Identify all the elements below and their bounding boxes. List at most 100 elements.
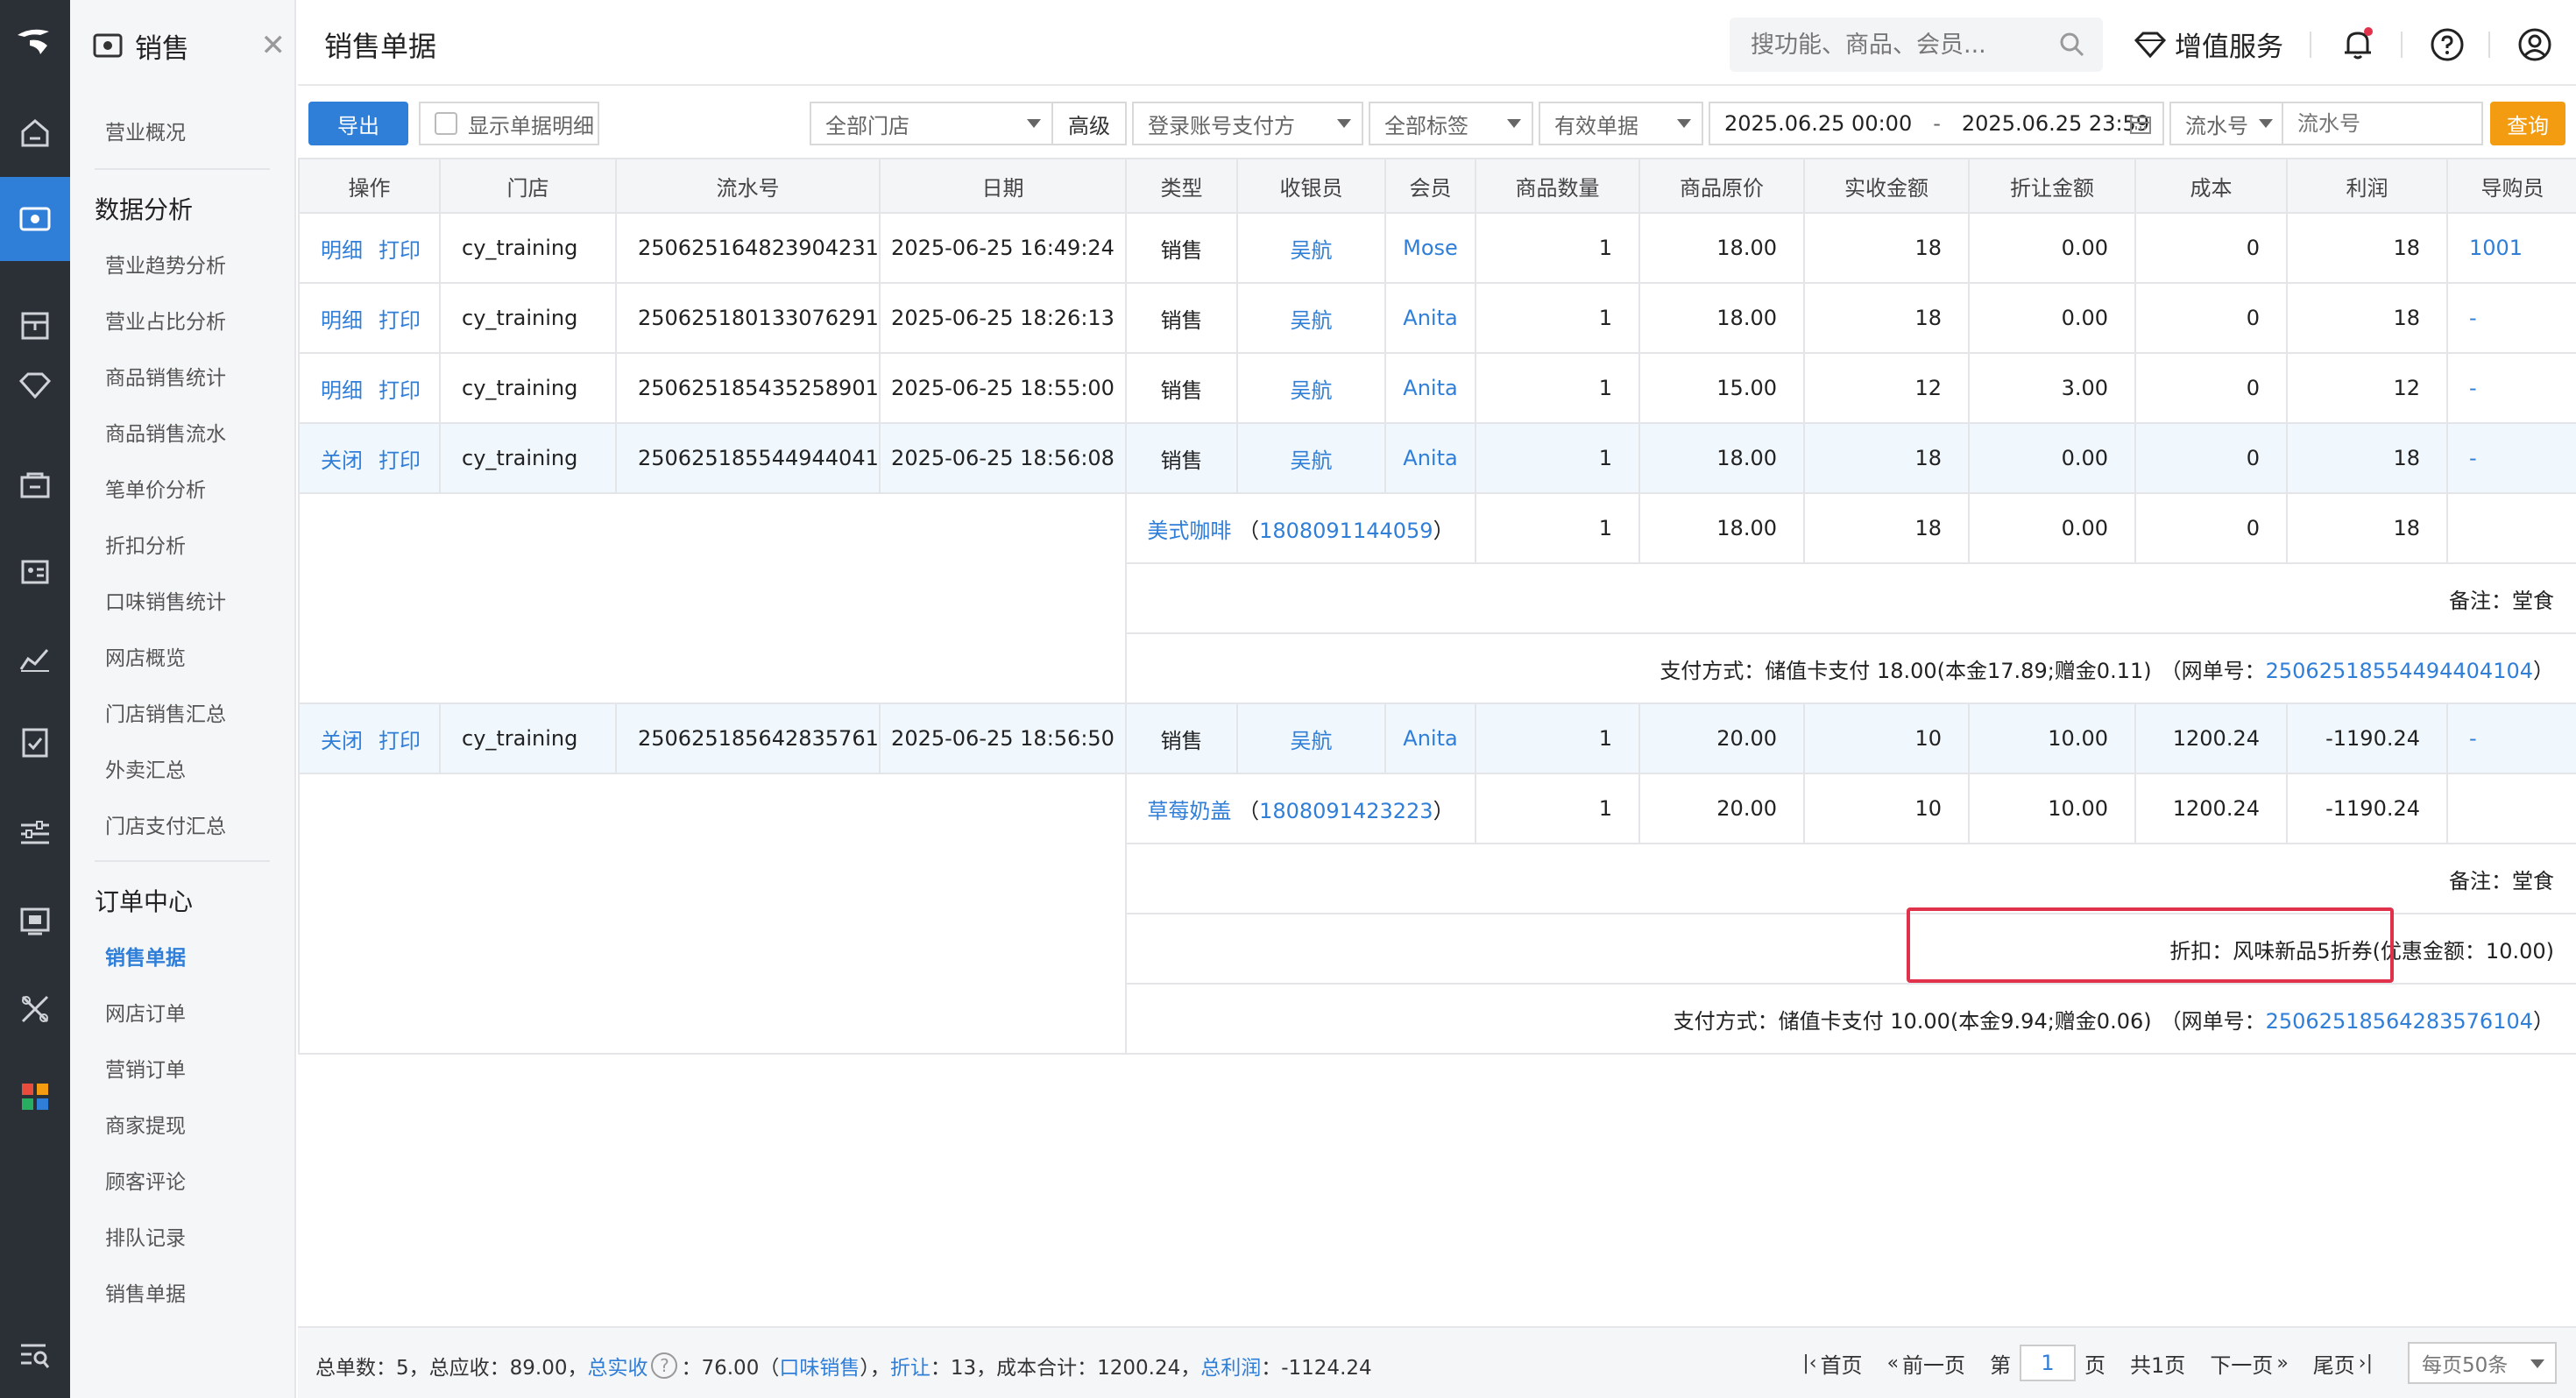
cell-guide[interactable]: - xyxy=(2446,352,2576,424)
sidebar-item-reviews[interactable]: 顾客评论 xyxy=(105,1165,186,1195)
sidebar-item-withdraw[interactable]: 商家提现 xyxy=(105,1109,186,1139)
close-link[interactable]: 关闭 xyxy=(321,448,363,473)
search-menu-icon[interactable] xyxy=(0,1314,70,1398)
close-icon[interactable]: ✕ xyxy=(261,28,287,63)
member-icon[interactable] xyxy=(0,343,70,427)
cell-cashier[interactable]: 吴航 xyxy=(1236,422,1386,494)
bell-icon[interactable] xyxy=(2339,26,2376,63)
close-link[interactable]: 关闭 xyxy=(321,729,363,753)
detail-link[interactable]: 明细 xyxy=(321,308,363,333)
order-number-link[interactable]: 25062518564283576104 xyxy=(2266,1009,2533,1034)
sidebar-item-ratio[interactable]: 营业占比分析 xyxy=(105,305,226,335)
sidebar-item-discount[interactable]: 折扣分析 xyxy=(105,529,186,559)
sidebar-item-product-stats[interactable]: 商品销售统计 xyxy=(105,361,226,391)
checkbox-box[interactable] xyxy=(435,112,457,135)
next-page-button[interactable]: 下一页» xyxy=(2210,1348,2288,1379)
sidebar-item-online-overview[interactable]: 网店概览 xyxy=(105,641,186,671)
search-icon[interactable] xyxy=(2059,32,2085,58)
cell-member[interactable]: Anita xyxy=(1384,352,1476,424)
page-number-input[interactable] xyxy=(2020,1345,2077,1381)
cell-guide[interactable]: 1001 xyxy=(2446,212,2576,284)
report-icon[interactable] xyxy=(0,617,70,701)
sidebar-item-overview[interactable]: 营业概况 xyxy=(105,116,186,145)
detail-link[interactable]: 明细 xyxy=(321,238,363,263)
print-link[interactable]: 打印 xyxy=(379,308,421,333)
sidebar-item-flavor[interactable]: 口味销售统计 xyxy=(105,585,226,615)
cell-member[interactable]: Mose xyxy=(1384,212,1476,284)
cell-guide[interactable]: - xyxy=(2446,422,2576,494)
serial-search-input[interactable] xyxy=(2282,102,2483,145)
device-icon[interactable] xyxy=(0,879,70,964)
brand-logo-icon[interactable] xyxy=(0,0,70,84)
field-select[interactable]: 流水号 xyxy=(2169,102,2285,145)
user-avatar-icon[interactable] xyxy=(2516,26,2553,63)
cell-cashier[interactable]: 吴航 xyxy=(1236,282,1386,354)
marketing-icon[interactable] xyxy=(0,443,70,527)
sidebar-item-sales-docs-2[interactable]: 销售单据 xyxy=(105,1277,186,1307)
date-end[interactable]: 2025.06.25 23:59 xyxy=(1962,111,2149,136)
export-button[interactable]: 导出 xyxy=(308,102,408,145)
detail-link[interactable]: 明细 xyxy=(321,378,363,403)
staff-icon[interactable] xyxy=(0,529,70,613)
discount-link[interactable]: 折让 xyxy=(890,1351,931,1380)
detail-item-name[interactable]: 草莓奶盖 xyxy=(1147,799,1231,823)
apps-icon[interactable] xyxy=(0,1055,70,1139)
cell-cashier[interactable]: 吴航 xyxy=(1236,703,1386,774)
cell-member[interactable]: Anita xyxy=(1384,422,1476,494)
first-page-button[interactable]: |‹ 首页 xyxy=(1802,1348,1862,1379)
vip-service-button[interactable]: 增值服务 xyxy=(2134,25,2283,64)
sidebar-item-unit-price[interactable]: 笔单价分析 xyxy=(105,473,206,503)
finance-icon[interactable] xyxy=(0,701,70,785)
sidebar-item-product-flow[interactable]: 商品销售流水 xyxy=(105,417,226,447)
cell-guide[interactable]: - xyxy=(2446,282,2576,354)
tags-select[interactable]: 全部标签 xyxy=(1369,102,1533,145)
detail-item-name[interactable]: 美式咖啡 xyxy=(1147,519,1231,543)
settings-icon[interactable] xyxy=(0,792,70,876)
table-row[interactable]: 明细 打印 cy_training 25062516482390423104 20… xyxy=(298,212,2576,284)
cell-cashier[interactable]: 吴航 xyxy=(1236,212,1386,284)
print-link[interactable]: 打印 xyxy=(379,378,421,403)
home-icon[interactable] xyxy=(0,91,70,175)
cell-guide[interactable]: - xyxy=(2446,703,2576,774)
cell-member[interactable]: Anita xyxy=(1384,282,1476,354)
sales-icon[interactable] xyxy=(0,177,70,261)
validity-select[interactable]: 有效单据 xyxy=(1539,102,1703,145)
prev-page-button[interactable]: «前一页 xyxy=(1887,1348,1965,1379)
help-icon[interactable]: ? xyxy=(651,1352,678,1379)
store-select[interactable]: 全部门店 xyxy=(810,102,1053,145)
sidebar-item-sales-docs[interactable]: 销售单据 xyxy=(105,941,186,971)
table-row-expanded[interactable]: 关闭 打印 cy_training 25062518564283576104 20… xyxy=(298,703,2576,774)
sidebar-item-store-payment[interactable]: 门店支付汇总 xyxy=(105,809,226,839)
date-range-picker[interactable]: 2025.06.25 00:00 - 2025.06.25 23:59 xyxy=(1709,102,2164,145)
page-size-select[interactable]: 每页50条 xyxy=(2408,1342,2557,1384)
total-paid-link[interactable]: 总实收 xyxy=(587,1351,648,1380)
sidebar-item-online-orders[interactable]: 网店订单 xyxy=(105,997,186,1027)
detail-item-code[interactable]: 1808091423223 xyxy=(1259,799,1433,823)
advanced-button[interactable]: 高级 xyxy=(1051,102,1127,145)
table-row-expanded[interactable]: 关闭 打印 cy_training 25062518554494404104 20… xyxy=(298,422,2576,494)
total-profit-link[interactable]: 总利润 xyxy=(1200,1351,1261,1380)
sidebar-item-takeout[interactable]: 外卖汇总 xyxy=(105,753,186,783)
show-detail-checkbox[interactable]: 显示单据明细 xyxy=(419,102,599,145)
calendar-icon[interactable] xyxy=(2129,114,2152,135)
tools-icon[interactable] xyxy=(0,967,70,1051)
sidebar-item-trend[interactable]: 营业趋势分析 xyxy=(105,249,226,279)
search-input[interactable] xyxy=(1751,18,2049,72)
order-number-link[interactable]: 25062518554494404104 xyxy=(2266,659,2533,683)
print-link[interactable]: 打印 xyxy=(379,448,421,473)
cell-member[interactable]: Anita xyxy=(1384,703,1476,774)
print-link[interactable]: 打印 xyxy=(379,729,421,753)
cell-cashier[interactable]: 吴航 xyxy=(1236,352,1386,424)
flavor-sales-link[interactable]: 口味销售 xyxy=(779,1351,860,1380)
table-row[interactable]: 明细 打印 cy_training 25062518543525890104 20… xyxy=(298,352,2576,424)
sidebar-item-queue[interactable]: 排队记录 xyxy=(105,1221,186,1251)
last-page-button[interactable]: 尾页 ›| xyxy=(2313,1348,2373,1379)
table-row[interactable]: 明细 打印 cy_training 25062518013307629104 20… xyxy=(298,282,2576,354)
query-button[interactable]: 查询 xyxy=(2490,102,2565,145)
print-link[interactable]: 打印 xyxy=(379,238,421,263)
sidebar-item-marketing-orders[interactable]: 营销订单 xyxy=(105,1053,186,1083)
date-start[interactable]: 2025.06.25 00:00 xyxy=(1724,111,1912,136)
detail-item-code[interactable]: 1808091144059 xyxy=(1259,519,1433,543)
payer-select[interactable]: 登录账号支付方 xyxy=(1132,102,1363,145)
sidebar-item-store-summary[interactable]: 门店销售汇总 xyxy=(105,697,226,727)
